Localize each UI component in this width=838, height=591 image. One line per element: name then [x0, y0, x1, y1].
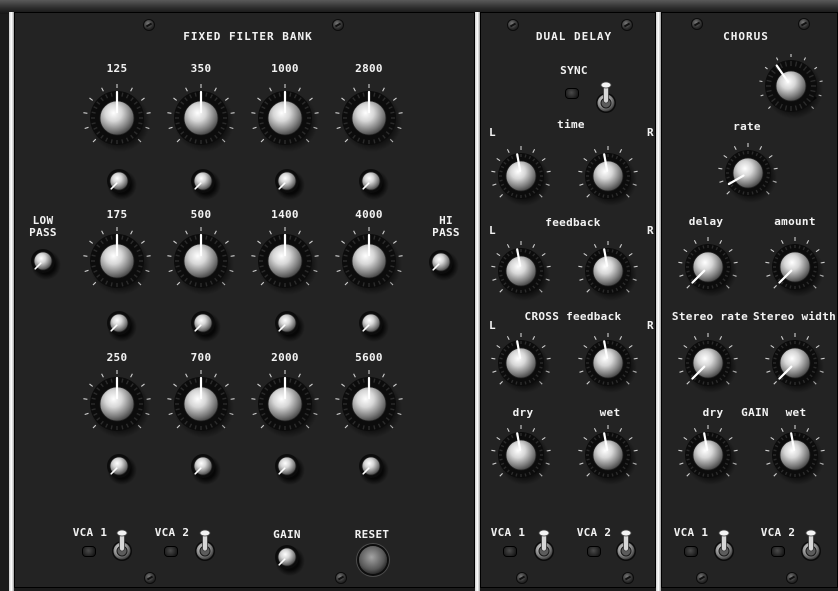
- time-label: time: [557, 118, 585, 131]
- filter-vca2-label: VCA 2: [154, 526, 190, 539]
- delay-wet-label: wet: [599, 406, 621, 419]
- screw-icon: [787, 573, 797, 583]
- screw-icon: [508, 20, 518, 30]
- filter-vca2-toggle[interactable]: [193, 528, 217, 562]
- reset-button[interactable]: [359, 546, 387, 574]
- band-label-700: 700: [190, 351, 212, 364]
- band-label-5600: 5600: [355, 351, 383, 364]
- screw-icon: [145, 573, 155, 583]
- cross-right-label: R: [647, 319, 654, 332]
- sync-toggle[interactable]: [594, 80, 618, 114]
- filter-vca1-toggle[interactable]: [110, 528, 134, 562]
- stereo-width-label: Stereo width: [753, 310, 837, 323]
- dual-delay-title: DUAL DELAY: [535, 30, 613, 43]
- delay-vca1-label: VCA 1: [490, 526, 526, 539]
- delay-dry-label: dry: [512, 406, 534, 419]
- time-left-label: L: [489, 126, 496, 139]
- hi-pass-label-line1: HI: [439, 214, 453, 227]
- chorus-wet-label: wet: [785, 406, 807, 419]
- cross-feedback-label: CROSS feedback: [524, 310, 622, 323]
- chorus-dry-label: dry: [702, 406, 724, 419]
- hi-pass-label-line2: PASS: [432, 226, 460, 239]
- screw-icon: [692, 19, 702, 29]
- band-label-125: 125: [106, 62, 128, 75]
- filter-vca1-led: [83, 547, 95, 556]
- chorus-gain-label: GAIN: [741, 406, 769, 419]
- filter-vca2-led: [165, 547, 177, 556]
- delay-vca2-label: VCA 2: [576, 526, 612, 539]
- band-label-350: 350: [190, 62, 212, 75]
- band-label-250: 250: [106, 351, 128, 364]
- screw-icon: [623, 573, 633, 583]
- low-pass-label-line1: LOW: [32, 214, 54, 227]
- chorus-vca1-toggle[interactable]: [712, 528, 736, 562]
- time-right-label: R: [647, 126, 654, 139]
- screw-icon: [144, 20, 154, 30]
- delay-vca2-led: [588, 547, 600, 556]
- stereo-rate-label: Stereo rate: [671, 310, 749, 323]
- delay-vca1-toggle[interactable]: [532, 528, 556, 562]
- filter-bank-title: FIXED FILTER BANK: [183, 30, 313, 43]
- chorus-delay-label: delay: [688, 215, 724, 228]
- band-label-500: 500: [190, 208, 212, 221]
- screw-icon: [622, 20, 632, 30]
- chorus-rate-label: rate: [733, 120, 761, 133]
- filter-vca1-label: VCA 1: [72, 526, 108, 539]
- screw-icon: [333, 20, 343, 30]
- band-label-2800: 2800: [355, 62, 383, 75]
- chorus-vca2-label: VCA 2: [760, 526, 796, 539]
- chorus-vca2-led: [772, 547, 784, 556]
- feedback-right-label: R: [647, 224, 654, 237]
- chorus-vca1-led: [685, 547, 697, 556]
- feedback-left-label: L: [489, 224, 496, 237]
- screw-icon: [336, 573, 346, 583]
- screw-icon: [697, 573, 707, 583]
- chorus-title: CHORUS: [723, 30, 769, 43]
- chorus-vca2-toggle[interactable]: [799, 528, 823, 562]
- screw-icon: [517, 573, 527, 583]
- delay-vca1-led: [504, 547, 516, 556]
- band-label-2000: 2000: [271, 351, 299, 364]
- chorus-vca1-label: VCA 1: [673, 526, 709, 539]
- reset-label: RESET: [354, 528, 390, 541]
- feedback-label: feedback: [545, 216, 601, 229]
- sync-label: SYNC: [560, 64, 588, 77]
- chorus-amount-label: amount: [774, 215, 816, 228]
- band-label-1000: 1000: [271, 62, 299, 75]
- band-label-4000: 4000: [355, 208, 383, 221]
- sync-led: [566, 89, 578, 98]
- delay-vca2-toggle[interactable]: [614, 528, 638, 562]
- band-label-175: 175: [106, 208, 128, 221]
- band-label-1400: 1400: [271, 208, 299, 221]
- screw-icon: [799, 19, 809, 29]
- low-pass-label-line2: PASS: [29, 226, 57, 239]
- rack-divider-left: [9, 12, 14, 591]
